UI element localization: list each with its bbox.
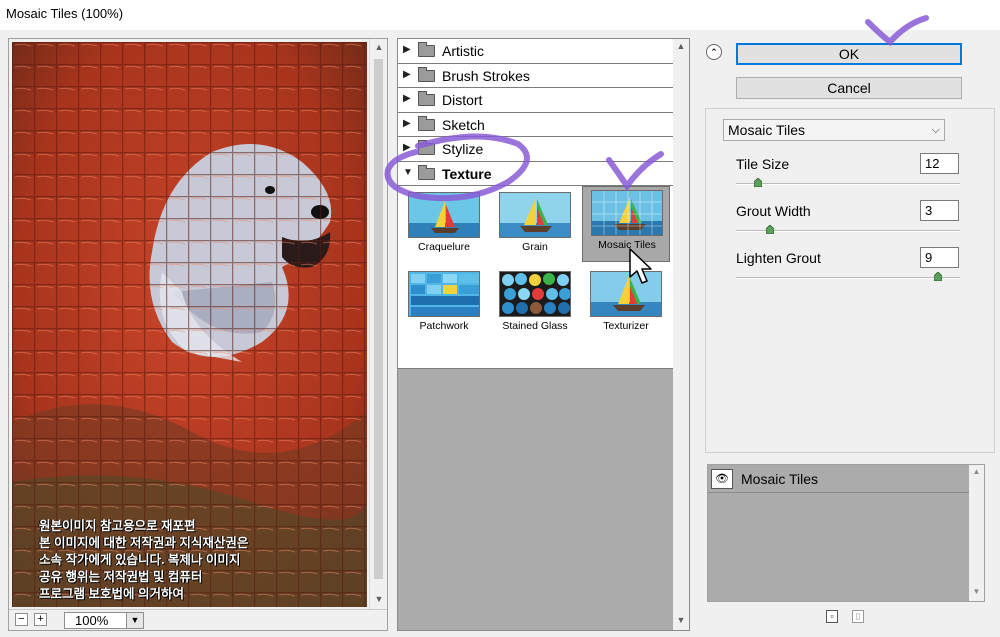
lighten-grout-slider-track[interactable] [736,277,960,279]
filter-label: Grain [522,241,548,253]
expand-triangle-icon[interactable]: ▶ [403,118,411,129]
category-label: Sketch [442,116,485,133]
folder-icon [418,140,435,155]
category-sketch[interactable]: ▶ Sketch [398,113,674,137]
filter-thumbnail [408,271,480,317]
title-bar: Mosaic Tiles (100%) [0,0,1000,30]
expand-triangle-icon[interactable]: ▶ [403,69,411,80]
caption-line: 프로그램 보호법에 의거하여 [39,587,184,601]
effect-layer-name: Mosaic Tiles [741,471,819,487]
filter-select-value: Mosaic Tiles [728,122,806,138]
caption-line: 본 이미지에 대한 저작권과 지식재산권은 [39,536,249,550]
preview-caption: 원본이미지 참고용으로 재포편 본 이미지에 대한 저작권과 지식재산권은 소속… [39,518,359,603]
preview-image[interactable]: 원본이미지 참고용으로 재포편 본 이미지에 대한 저작권과 지식재산권은 소속… [12,42,367,607]
filter-thumbnail [499,271,571,317]
scroll-up-arrow-icon[interactable]: ▲ [969,465,984,479]
slider-knob[interactable] [765,225,774,234]
folder-icon [418,91,435,106]
filter-mosaic-tiles[interactable]: Mosaic Tiles [582,186,670,262]
scroll-down-arrow-icon[interactable]: ▼ [370,591,388,608]
texture-filter-thumbnails: Craquelure Grain Mosaic Tiles Patchwork … [398,186,674,369]
param-tile-size: Tile Size 12 [736,153,962,193]
preview-panel: 원본이미지 참고용으로 재포편 본 이미지에 대한 저작권과 지식재산권은 소속… [8,38,388,631]
scroll-thumb[interactable] [374,59,383,579]
category-label: Artistic [442,43,484,59]
effect-layer-row[interactable]: 👁 Mosaic Tiles [708,465,970,493]
expand-triangle-icon[interactable]: ▶ [403,93,411,104]
folder-icon [418,115,435,131]
param-label: Lighten Grout [736,250,821,266]
grout-width-input[interactable]: 3 [920,200,959,221]
filter-thumbnail [408,192,480,238]
zoom-out-button[interactable]: − [15,613,28,626]
filter-patchwork[interactable]: Patchwork [400,268,488,344]
filter-select[interactable]: Mosaic Tiles ⌵ [723,119,945,141]
browser-vertical-scrollbar[interactable]: ▲ ▼ [673,39,689,630]
collapse-gallery-chevron-icon[interactable]: ⌃ [706,44,722,60]
layer-actions: ▫ ▯ [826,610,876,626]
param-label: Tile Size [736,156,790,172]
scroll-up-arrow-icon[interactable]: ▲ [673,39,689,54]
scroll-up-arrow-icon[interactable]: ▲ [370,39,388,56]
zoom-level-select[interactable]: 100% ▼ [64,612,144,629]
folder-icon [418,42,435,57]
param-grout-width: Grout Width 3 [736,200,962,240]
lighten-grout-input[interactable]: 9 [920,247,959,268]
folder-open-icon [418,164,435,180]
filter-label: Craquelure [418,241,470,253]
eye-icon[interactable]: 👁 [711,469,733,489]
category-texture[interactable]: ▼ Texture [398,162,674,186]
category-brush-strokes[interactable]: ▶ Brush Strokes [398,64,674,88]
chevron-down-icon[interactable]: ▼ [126,613,143,628]
category-stylize[interactable]: ▶ Stylize [398,137,674,162]
collapse-triangle-icon[interactable]: ▼ [403,167,413,178]
category-label: Brush Strokes [442,67,530,84]
category-label: Distort [442,92,483,108]
ok-button[interactable]: OK [736,43,962,65]
chevron-down-icon[interactable]: ⌵ [932,120,940,140]
preview-vertical-scrollbar[interactable]: ▲ ▼ [369,39,387,609]
tile-size-input[interactable]: 12 [920,153,959,174]
window-title: Mosaic Tiles (100%) [6,6,124,21]
category-distort[interactable]: ▶ Distort [398,88,674,113]
expand-triangle-icon[interactable]: ▶ [403,142,411,153]
filter-grain[interactable]: Grain [491,189,579,265]
tile-size-slider-track[interactable] [736,183,960,185]
filter-label: Mosaic Tiles [598,239,656,251]
filter-thumbnail [591,190,663,236]
param-lighten-grout: Lighten Grout 9 [736,247,962,287]
filter-label: Stained Glass [502,320,568,332]
slider-knob[interactable] [754,178,763,187]
filter-category-list: ▶ Artistic ▶ Brush Strokes ▶ Distort ▶ S… [398,39,674,369]
filter-texturizer[interactable]: Texturizer [582,268,670,344]
category-label: Texture [442,165,492,182]
category-label: Stylize [442,141,484,157]
scroll-down-arrow-icon[interactable]: ▼ [969,585,984,599]
zoom-level-value: 100% [75,613,109,628]
expand-triangle-icon[interactable]: ▶ [403,44,411,55]
scroll-down-arrow-icon[interactable]: ▼ [673,613,689,628]
trash-icon[interactable]: ▯ [852,610,864,623]
filter-stained-glass[interactable]: Stained Glass [491,268,579,344]
filter-thumbnail [499,192,571,238]
caption-line: 소속 작가에게 있습니다. 복제나 이미지 [39,553,241,567]
new-effect-layer-icon[interactable]: ▫ [826,610,838,623]
filter-settings-panel: Mosaic Tiles ⌵ Tile Size 12 Grout Width … [705,108,995,453]
filter-craquelure[interactable]: Craquelure [400,189,488,265]
slider-knob[interactable] [933,272,942,281]
filter-thumbnail [590,271,662,317]
cancel-button[interactable]: Cancel [736,77,962,99]
param-label: Grout Width [736,203,811,219]
zoom-in-button[interactable]: + [34,613,47,626]
caption-line: 공유 행위는 저작권법 및 컴퓨터 [39,570,203,584]
filter-gallery-browser: ▶ Artistic ▶ Brush Strokes ▶ Distort ▶ S… [397,38,690,631]
caption-line: 원본이미지 참고용으로 재포편 [39,519,196,533]
filter-label: Patchwork [419,320,469,332]
effect-layers-panel: 👁 Mosaic Tiles ▲ ▼ [707,464,985,602]
layers-vertical-scrollbar[interactable]: ▲ ▼ [969,465,984,601]
category-artistic[interactable]: ▶ Artistic [398,39,674,64]
zoom-bar: − + 100% ▼ [9,609,387,630]
filter-label: Texturizer [603,320,649,332]
folder-icon [418,66,435,82]
